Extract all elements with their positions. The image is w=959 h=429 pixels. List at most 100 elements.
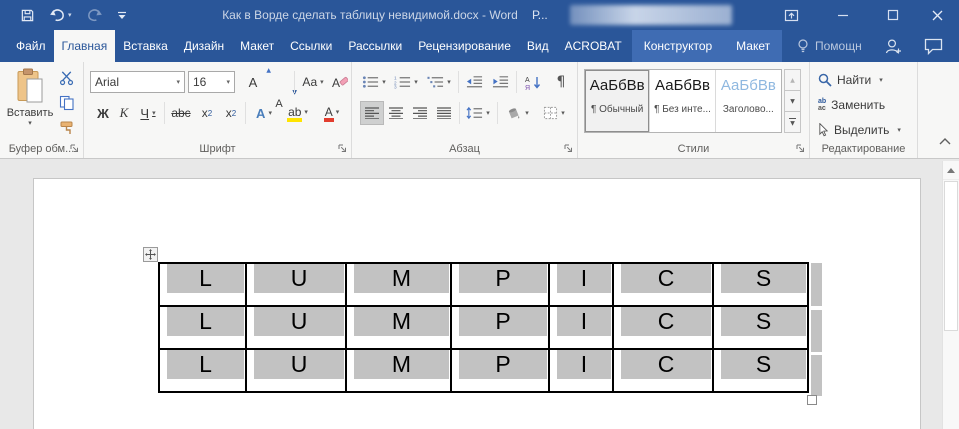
table-cell[interactable]: M xyxy=(346,349,451,392)
grow-font-button[interactable]: А ▲ xyxy=(242,71,264,93)
tab-review[interactable]: Рецензирование xyxy=(410,30,519,62)
table-cell[interactable]: M xyxy=(346,263,451,306)
table-cell[interactable]: P xyxy=(451,349,549,392)
sort-button[interactable]: А Я xyxy=(520,71,546,93)
bold-button[interactable]: Ж xyxy=(94,102,112,124)
decrease-indent-button[interactable] xyxy=(462,71,486,93)
superscript-button[interactable]: x2 xyxy=(220,102,242,124)
table-cell[interactable]: U xyxy=(246,263,346,306)
cell-shading: P xyxy=(459,264,547,293)
close-button[interactable] xyxy=(922,0,952,30)
italic-button[interactable]: К xyxy=(115,102,133,124)
styles-scroll-down-button[interactable]: ▼ xyxy=(784,91,801,112)
font-color-button[interactable]: А xyxy=(318,100,346,124)
paste-dropdown-caret[interactable]: ▾ xyxy=(28,119,32,127)
maximize-button[interactable] xyxy=(878,0,908,30)
find-button[interactable]: Найти xyxy=(818,70,883,90)
tab-layout[interactable]: Макет xyxy=(232,30,282,62)
table-cell[interactable]: P xyxy=(451,263,549,306)
clear-formatting-button[interactable]: A xyxy=(330,71,350,93)
scrollbar-up-button[interactable] xyxy=(943,161,959,180)
clipboard-dialog-launcher[interactable] xyxy=(68,142,80,154)
tab-view[interactable]: Вид xyxy=(519,30,557,62)
bullets-button[interactable] xyxy=(360,71,388,93)
table-cell[interactable]: U xyxy=(246,306,346,349)
text-effects-button[interactable]: А xyxy=(250,102,278,124)
comments-button[interactable] xyxy=(924,30,943,62)
table-cell[interactable]: I xyxy=(549,306,613,349)
copy-button[interactable] xyxy=(56,93,78,113)
tell-me-button[interactable]: Помощн xyxy=(797,30,862,62)
subscript-button[interactable]: x2 xyxy=(196,102,218,124)
text-highlight-button[interactable]: ab xyxy=(282,100,314,124)
replace-button[interactable]: ab ac Заменить xyxy=(818,95,885,115)
tab-file[interactable]: Файл xyxy=(8,30,54,62)
style-normal[interactable]: АаБбВв ¶ Обычный xyxy=(585,70,650,132)
save-button[interactable] xyxy=(20,8,35,23)
table-cell[interactable]: S xyxy=(713,263,808,306)
change-case-button[interactable]: Аа xyxy=(298,71,328,93)
table-move-handle[interactable] xyxy=(143,247,158,262)
align-left-button[interactable] xyxy=(361,102,383,124)
align-right-button[interactable] xyxy=(409,102,431,124)
styles-scroll-up-button[interactable]: ▲ xyxy=(784,69,801,91)
cut-button[interactable] xyxy=(56,68,78,88)
tab-insert[interactable]: Вставка xyxy=(115,30,176,62)
shading-button[interactable] xyxy=(501,102,533,124)
underline-button[interactable]: Ч xyxy=(135,102,161,124)
table-cell[interactable]: I xyxy=(549,349,613,392)
table-cell[interactable]: S xyxy=(713,349,808,392)
table-resize-handle[interactable] xyxy=(807,395,817,405)
table-cell[interactable]: C xyxy=(613,349,713,392)
paste-button[interactable]: Вставить ▾ xyxy=(7,68,53,144)
tab-table-layout[interactable]: Макет xyxy=(736,30,770,62)
vertical-scrollbar[interactable] xyxy=(942,161,959,429)
font-name-combo[interactable]: Arial xyxy=(90,71,185,93)
document-table[interactable]: L U M P I C S L U M P I C S L U M P xyxy=(158,262,809,393)
table-cell[interactable]: S xyxy=(713,306,808,349)
strikethrough-button[interactable]: abc xyxy=(167,102,195,124)
share-contact-button[interactable] xyxy=(884,30,902,62)
table-cell[interactable]: C xyxy=(613,263,713,306)
justify-button[interactable] xyxy=(433,102,455,124)
redo-button[interactable] xyxy=(86,8,103,22)
undo-dropdown-caret[interactable]: ▾ xyxy=(68,11,72,19)
style-heading1[interactable]: АаБбВв Заголово... xyxy=(716,70,781,132)
table-cell[interactable]: L xyxy=(159,349,246,392)
ribbon-display-options-button[interactable] xyxy=(776,0,806,30)
select-button[interactable]: Выделить xyxy=(818,120,901,140)
align-center-button[interactable] xyxy=(385,102,407,124)
table-cell[interactable]: P xyxy=(451,306,549,349)
table-cell[interactable]: L xyxy=(159,306,246,349)
table-cell[interactable]: C xyxy=(613,306,713,349)
styles-more-button[interactable]: ▼ xyxy=(784,112,801,133)
font-size-combo[interactable]: 16 xyxy=(188,71,235,93)
tab-table-design[interactable]: Конструктор xyxy=(644,30,712,62)
tab-references[interactable]: Ссылки xyxy=(282,30,340,62)
minimize-button[interactable] xyxy=(828,0,858,30)
tab-home[interactable]: Главная xyxy=(54,30,116,62)
borders-button[interactable] xyxy=(537,102,571,124)
show-paragraph-marks-button[interactable]: ¶ xyxy=(550,71,572,93)
font-dialog-launcher[interactable] xyxy=(336,142,348,154)
paragraph-dialog-launcher[interactable] xyxy=(562,142,574,154)
table-cell[interactable]: M xyxy=(346,306,451,349)
line-spacing-button[interactable] xyxy=(463,102,493,124)
undo-button[interactable]: ▾ xyxy=(49,8,72,22)
tab-mailings[interactable]: Рассылки xyxy=(340,30,410,62)
style-no-spacing[interactable]: АаБбВв ¶ Без инте... xyxy=(650,70,715,132)
format-painter-button[interactable] xyxy=(56,118,78,138)
multilevel-list-button[interactable] xyxy=(424,71,454,93)
table-cell[interactable]: U xyxy=(246,349,346,392)
collapse-ribbon-button[interactable] xyxy=(939,132,951,150)
customize-qat-button[interactable] xyxy=(117,11,127,20)
increase-indent-button[interactable] xyxy=(488,71,512,93)
table-cell[interactable]: I xyxy=(549,263,613,306)
scrollbar-thumb[interactable] xyxy=(944,181,958,331)
tab-acrobat[interactable]: ACROBAT xyxy=(557,30,630,62)
styles-dialog-launcher[interactable] xyxy=(794,142,806,154)
numbering-button[interactable]: 1 2 3 xyxy=(392,71,420,93)
table-cell[interactable]: L xyxy=(159,263,246,306)
tab-design[interactable]: Дизайн xyxy=(176,30,232,62)
tell-me-label: Помощн xyxy=(815,39,862,53)
